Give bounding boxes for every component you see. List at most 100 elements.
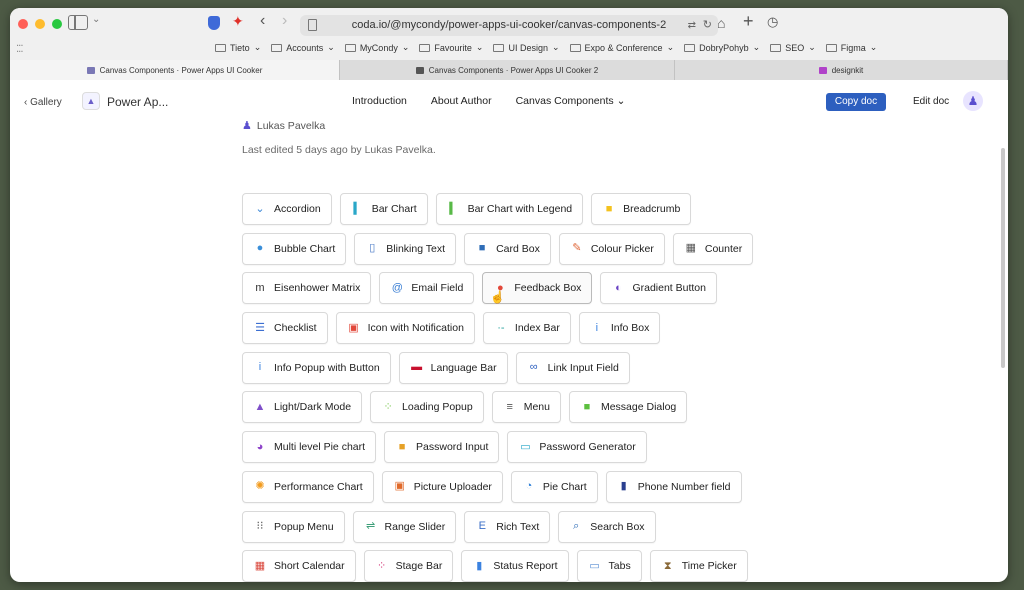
component-chip[interactable]: ▲ Light/Dark Mode — [242, 391, 363, 424]
component-chip[interactable]: ⁘ Stage Bar — [363, 550, 454, 582]
component-chip[interactable]: ▭ Password Generator — [507, 431, 647, 464]
component-chip[interactable]: ▭ Tabs — [576, 550, 642, 582]
component-chip[interactable]: ⌕ Search Box — [558, 510, 656, 543]
component-chip[interactable]: ✺ Performance Chart — [242, 470, 374, 503]
component-chip[interactable]: ▦ Counter — [672, 232, 754, 265]
bookmark-folder[interactable]: UI Design ⌄ — [493, 42, 560, 53]
component-chip[interactable]: ☰ Checklist — [242, 312, 328, 345]
counter-icon: ▦ — [685, 242, 697, 255]
bookmark-folder[interactable]: Tieto ⌄ — [215, 42, 261, 53]
sidebar-toggle-icon[interactable] — [68, 15, 88, 30]
tab-label: Canvas Components · Power Apps UI Cooker… — [428, 65, 599, 75]
component-label: Feedback Box — [514, 282, 582, 295]
bookmark-folder[interactable]: Accounts ⌄ — [271, 42, 335, 53]
component-chip[interactable]: ◕ Multi level Pie chart — [242, 431, 377, 464]
component-label: Message Dialog — [600, 401, 677, 414]
component-chip[interactable]: ▯ Blinking Text — [354, 232, 457, 265]
doc-logo-icon[interactable]: ▲ — [82, 92, 100, 110]
component-chip[interactable]: ◔ Pie Chart — [510, 470, 598, 503]
bookmark-label: UI Design — [508, 42, 548, 53]
component-chip[interactable]: ≡ Menu — [491, 391, 561, 424]
bookmark-folder[interactable]: SEO ⌄ — [770, 42, 816, 53]
component-chip[interactable]: ▬ Language Bar — [398, 351, 508, 384]
browser-window: ⌄ ⁚⁚⁚ ✦ ‹ › coda.io/@mycondy/power-apps-… — [10, 8, 1008, 582]
home-icon[interactable]: ⌂ — [717, 15, 725, 31]
nav-canvas-components[interactable]: Canvas Components ⌄ — [516, 95, 626, 107]
component-label: Blinking Text — [386, 242, 446, 255]
nav-about-author[interactable]: About Author — [431, 95, 492, 107]
back-arrow-icon[interactable]: ‹ — [260, 12, 265, 30]
nav-introduction[interactable]: Introduction — [352, 95, 407, 107]
gallery-link[interactable]: ‹ Gallery — [24, 97, 62, 108]
translate-icon[interactable]: ⇄ — [688, 15, 696, 36]
component-chip[interactable]: ■ Password Input — [384, 431, 500, 464]
component-label: Picture Uploader — [413, 480, 492, 493]
bookmark-folder[interactable]: Figma ⌄ — [825, 42, 877, 53]
new-tab-icon[interactable]: + — [743, 11, 754, 32]
component-chip[interactable]: ■ Card Box — [464, 232, 551, 265]
component-chip[interactable]: ■ Breadcrumb — [591, 193, 692, 225]
bookmark-folder[interactable]: MyCondy ⌄ — [344, 42, 409, 53]
chevron-down-icon[interactable]: ⌄ — [92, 14, 100, 25]
component-chip[interactable]: i Info Popup with Button — [242, 351, 391, 384]
address-bar[interactable]: coda.io/@mycondy/power-apps-ui-cooker/ca… — [300, 15, 718, 36]
component-chip[interactable]: ▍ Bar Chart with Legend — [435, 193, 584, 225]
component-chip[interactable]: ·- Index Bar — [482, 312, 571, 345]
component-label: Breadcrumb — [623, 203, 681, 215]
component-chip[interactable]: ▍ Bar Chart — [339, 193, 428, 225]
component-chip[interactable]: ◐ Gradient Button — [600, 272, 717, 305]
browser-tab[interactable]: designkit — [675, 60, 1008, 80]
doc-title[interactable]: Power Ap... — [107, 95, 168, 109]
copy-doc-button[interactable]: Copy doc — [826, 93, 886, 111]
component-chip[interactable]: ⁝⁝ Popup Menu — [242, 510, 345, 543]
component-chip[interactable]: ● Bubble Chart — [242, 232, 347, 265]
component-chip[interactable]: ⇌ Range Slider — [352, 510, 457, 543]
bookmark-folder[interactable]: Favourite ⌄ — [419, 42, 483, 53]
bookmark-label: Favourite — [434, 42, 472, 53]
extension-icon[interactable]: ✦ — [232, 13, 244, 30]
tab-bar: Canvas Components · Power Apps UI Cooker… — [10, 60, 1008, 80]
component-chip[interactable]: ▣ Picture Uploader — [381, 470, 503, 503]
browser-tab[interactable]: Canvas Components · Power Apps UI Cooker — [10, 60, 340, 80]
component-chip[interactable]: ▮ Phone Number field — [605, 470, 742, 503]
component-label: Gradient Button — [632, 282, 706, 295]
window-controls — [18, 19, 62, 29]
reload-icon[interactable]: ↻ — [703, 15, 712, 36]
component-chip[interactable]: ∞ Link Input Field — [515, 351, 630, 384]
close-window-button[interactable] — [18, 19, 28, 29]
component-chip[interactable]: E Rich Text — [464, 510, 551, 543]
tab-overview-icon[interactable]: ⁚⁚⁚ — [16, 44, 23, 55]
picture-icon: ▣ — [394, 480, 405, 493]
bookmark-folder[interactable]: DobryPohyb ⌄ — [684, 42, 760, 53]
component-chip[interactable]: ⁘ Loading Popup — [370, 391, 484, 424]
component-chip[interactable]: ▦ Short Calendar — [242, 550, 356, 582]
tab-label: designkit — [831, 65, 864, 75]
author-name[interactable]: Lukas Pavelka — [257, 120, 325, 132]
component-label: Loading Popup — [402, 401, 473, 414]
scrollbar[interactable] — [1001, 148, 1005, 368]
minimize-window-button[interactable] — [35, 19, 45, 29]
component-label: Eisenhower Matrix — [274, 282, 361, 295]
bookmark-folder[interactable]: Expo & Conference ⌄ — [569, 42, 674, 53]
user-avatar[interactable]: ♟ — [963, 91, 983, 111]
component-chip[interactable]: @ Email Field — [379, 272, 475, 305]
forward-arrow-icon[interactable]: › — [282, 12, 287, 30]
component-chip[interactable]: i Info Box — [578, 312, 661, 345]
folder-icon — [419, 43, 431, 52]
url-text[interactable]: coda.io/@mycondy/power-apps-ui-cooker/ca… — [352, 19, 666, 31]
component-chip[interactable]: ■ Message Dialog — [568, 391, 688, 424]
bookmark-label: DobryPohyb — [699, 42, 749, 53]
maximize-window-button[interactable] — [52, 19, 62, 29]
privacy-shield-icon[interactable] — [208, 16, 220, 30]
component-chip[interactable]: m Eisenhower Matrix — [242, 272, 372, 305]
history-icon[interactable]: ◷ — [767, 14, 778, 30]
component-chip[interactable]: ▮ Status Report — [461, 550, 569, 582]
component-chip[interactable]: ▣ Icon with Notification — [335, 312, 475, 345]
edit-doc-button[interactable]: Edit doc — [913, 96, 949, 107]
component-chip[interactable]: ⌄ Accordion — [242, 193, 332, 225]
component-chip[interactable]: ✎ Colour Picker — [558, 232, 665, 265]
component-chip[interactable]: ⧗ Time Picker — [649, 550, 748, 582]
bar-chart-icon: ▍ — [353, 202, 362, 215]
component-label: Password Input — [416, 441, 489, 454]
browser-tab[interactable]: Canvas Components · Power Apps UI Cooker… — [340, 60, 675, 80]
